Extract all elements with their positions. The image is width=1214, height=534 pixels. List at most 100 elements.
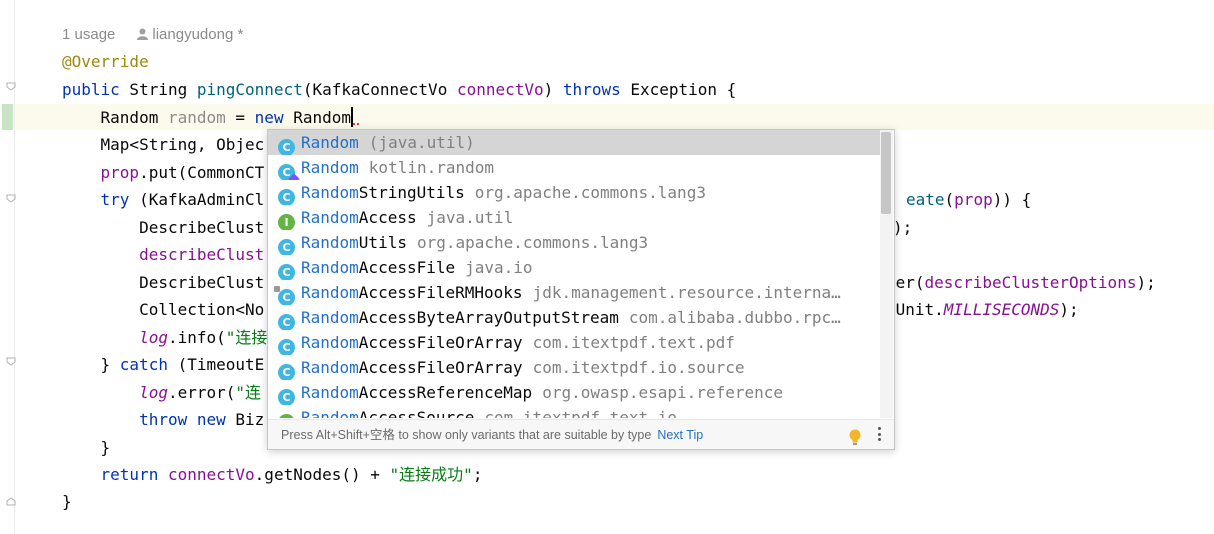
completion-popup[interactable]: C Random (java.util) C Random kotlin.random C R… xyxy=(267,129,895,450)
match-text: Random xyxy=(301,208,359,227)
variable: describeClusterOptions xyxy=(924,273,1137,292)
match-text: Random xyxy=(301,358,359,377)
vcs-change-marker[interactable] xyxy=(2,104,13,130)
fold-icon[interactable] xyxy=(6,82,16,91)
code-text: .getNodes() + xyxy=(254,465,390,484)
code-text: ; xyxy=(472,465,483,484)
code-line-10[interactable]: Collection<No xyxy=(62,296,264,323)
match-text: Random xyxy=(301,383,359,402)
completion-item[interactable]: C Random kotlin.random xyxy=(268,155,880,180)
keyword: throw xyxy=(62,410,188,429)
code-text: (KafkaConnectVo xyxy=(302,80,457,99)
match-text: Random xyxy=(301,158,359,177)
code-line-17[interactable]: } xyxy=(62,488,72,515)
class-icon: C xyxy=(278,264,295,280)
code-text: ( xyxy=(944,190,955,209)
class-icon: C xyxy=(278,139,295,155)
code-text: = xyxy=(225,108,255,127)
author-link[interactable]: liangyudong * xyxy=(152,26,243,43)
more-options-icon[interactable] xyxy=(878,427,882,444)
code-text: String xyxy=(119,80,197,99)
code-line-15[interactable]: } xyxy=(62,434,111,461)
code-line-16[interactable]: return connectVo.getNodes() + "连接成功"; xyxy=(62,461,483,488)
package-name: kotlin.random xyxy=(368,158,495,177)
code-text: .put(CommonCT xyxy=(139,163,265,182)
code-text: } xyxy=(62,438,111,457)
package-name: org.apache.commons.lang3 xyxy=(474,183,706,202)
code-line-6[interactable]: try (KafkaAdminCl xyxy=(62,186,265,213)
code-line-12[interactable]: } catch (TimeoutE xyxy=(62,351,265,378)
match-text: Random xyxy=(301,333,359,352)
annotation: @Override xyxy=(62,52,149,71)
code-line-7-tail[interactable]: ); xyxy=(893,214,912,241)
completion-item[interactable]: C RandomAccessFileOrArray com.itextpdf.tex… xyxy=(268,330,880,355)
fold-icon[interactable] xyxy=(6,357,16,366)
package-name: (java.util) xyxy=(368,133,475,152)
variable: prop xyxy=(62,163,140,182)
code-line-8[interactable]: describeClust xyxy=(62,241,264,268)
package-name: java.io xyxy=(465,258,533,277)
code-line-1[interactable]: @Override xyxy=(62,48,149,75)
unused-variable: random xyxy=(167,108,226,127)
usages-link[interactable]: 1 usage xyxy=(62,26,115,43)
code-text: DescribeClust xyxy=(62,273,265,292)
completion-item[interactable]: C RandomUtils org.apache.commons.lang3 xyxy=(268,230,880,255)
completion-item[interactable]: C Random (java.util) xyxy=(268,130,880,155)
fold-icon[interactable] xyxy=(6,194,16,203)
static-field: log xyxy=(62,383,168,402)
completion-item[interactable]: C RandomAccessFileRMHooks jdk.management.r… xyxy=(268,280,880,305)
package-name: com.itextpdf.text.io xyxy=(484,408,678,418)
code-line-2[interactable]: public String pingConnect(KafkaConnectVo… xyxy=(62,76,736,103)
keyword: try xyxy=(62,190,130,209)
lightbulb-icon[interactable] xyxy=(848,427,862,449)
code-text: Map<String, Objec xyxy=(62,135,265,154)
code-line-13[interactable]: log.error("连 xyxy=(62,379,261,406)
code-line-3[interactable]: Random random = new Random xyxy=(62,104,360,131)
completion-item[interactable]: I RandomAccess java.util xyxy=(268,205,880,230)
fold-icon[interactable] xyxy=(6,497,16,506)
completion-item[interactable]: C RandomAccessFile java.io xyxy=(268,255,880,280)
completion-list[interactable]: C Random (java.util) C Random kotlin.random C R… xyxy=(268,130,880,418)
completion-item[interactable]: C RandomStringUtils org.apache.commons.lan… xyxy=(268,180,880,205)
code-text: DescribeClust xyxy=(62,218,265,237)
footer-tip-text: Press Alt+Shift+空格 to show only variants… xyxy=(281,428,652,442)
code-line-9-tail[interactable]: ter(describeClusterOptions); xyxy=(886,269,1156,296)
package-name: org.owasp.esapi.reference xyxy=(542,383,784,402)
keyword: new xyxy=(196,410,226,429)
code-line-10-tail[interactable]: eUnit.MILLISECONDS); xyxy=(886,296,1079,323)
completion-item[interactable]: C RandomAccessFileOrArray com.itextpdf.io.… xyxy=(268,355,880,380)
variable: describeClust xyxy=(62,245,265,264)
item-name-rest: AccessByteArrayOutputStream xyxy=(358,308,619,327)
code-line-7[interactable]: DescribeClust xyxy=(62,214,264,241)
code-text: .info( xyxy=(167,328,226,347)
parameter: connectVo xyxy=(167,465,255,484)
completion-item[interactable]: C RandomAccessReferenceMap org.owasp.esapi… xyxy=(268,380,880,405)
code-line-9[interactable]: DescribeClust xyxy=(62,269,264,296)
scrollbar-thumb[interactable] xyxy=(881,132,891,214)
class-icon: C xyxy=(278,314,295,330)
code-vision-hint: 1 usage liangyudong * xyxy=(62,24,243,46)
code-line-11[interactable]: log.info("连接 xyxy=(62,324,267,351)
code-text: ); xyxy=(893,218,913,237)
code-line-14[interactable]: throw new Biz xyxy=(62,406,264,433)
item-name-rest: AccessFile xyxy=(358,258,456,277)
match-text: Random xyxy=(301,183,359,202)
completion-item[interactable]: I RandomAccessSource com.itextpdf.text.io xyxy=(268,405,880,418)
method-name: pingConnect xyxy=(196,80,303,99)
package-name: java.util xyxy=(426,208,514,227)
package-name: com.itextpdf.io.source xyxy=(532,358,745,377)
item-name-rest: AccessFileRMHooks xyxy=(358,283,523,302)
string-literal: "连接 xyxy=(225,328,268,347)
code-line-4[interactable]: Map<String, Objec xyxy=(62,131,265,158)
string-literal: "连接成功" xyxy=(389,465,473,484)
completion-scrollbar[interactable] xyxy=(880,130,893,418)
next-tip-link[interactable]: Next Tip xyxy=(657,428,703,442)
code-line-5[interactable]: prop.put(CommonCT xyxy=(62,159,265,186)
completion-item[interactable]: C RandomAccessByteArrayOutputStream com.al… xyxy=(268,305,880,330)
code-text: (TimeoutE xyxy=(167,355,265,374)
code-line-6-tail[interactable]: eate(prop)) { xyxy=(906,186,1031,213)
item-name-rest: StringUtils xyxy=(358,183,465,202)
package-name: com.itextpdf.text.pdf xyxy=(532,333,735,352)
static-constant: MILLISECONDS xyxy=(943,300,1060,319)
